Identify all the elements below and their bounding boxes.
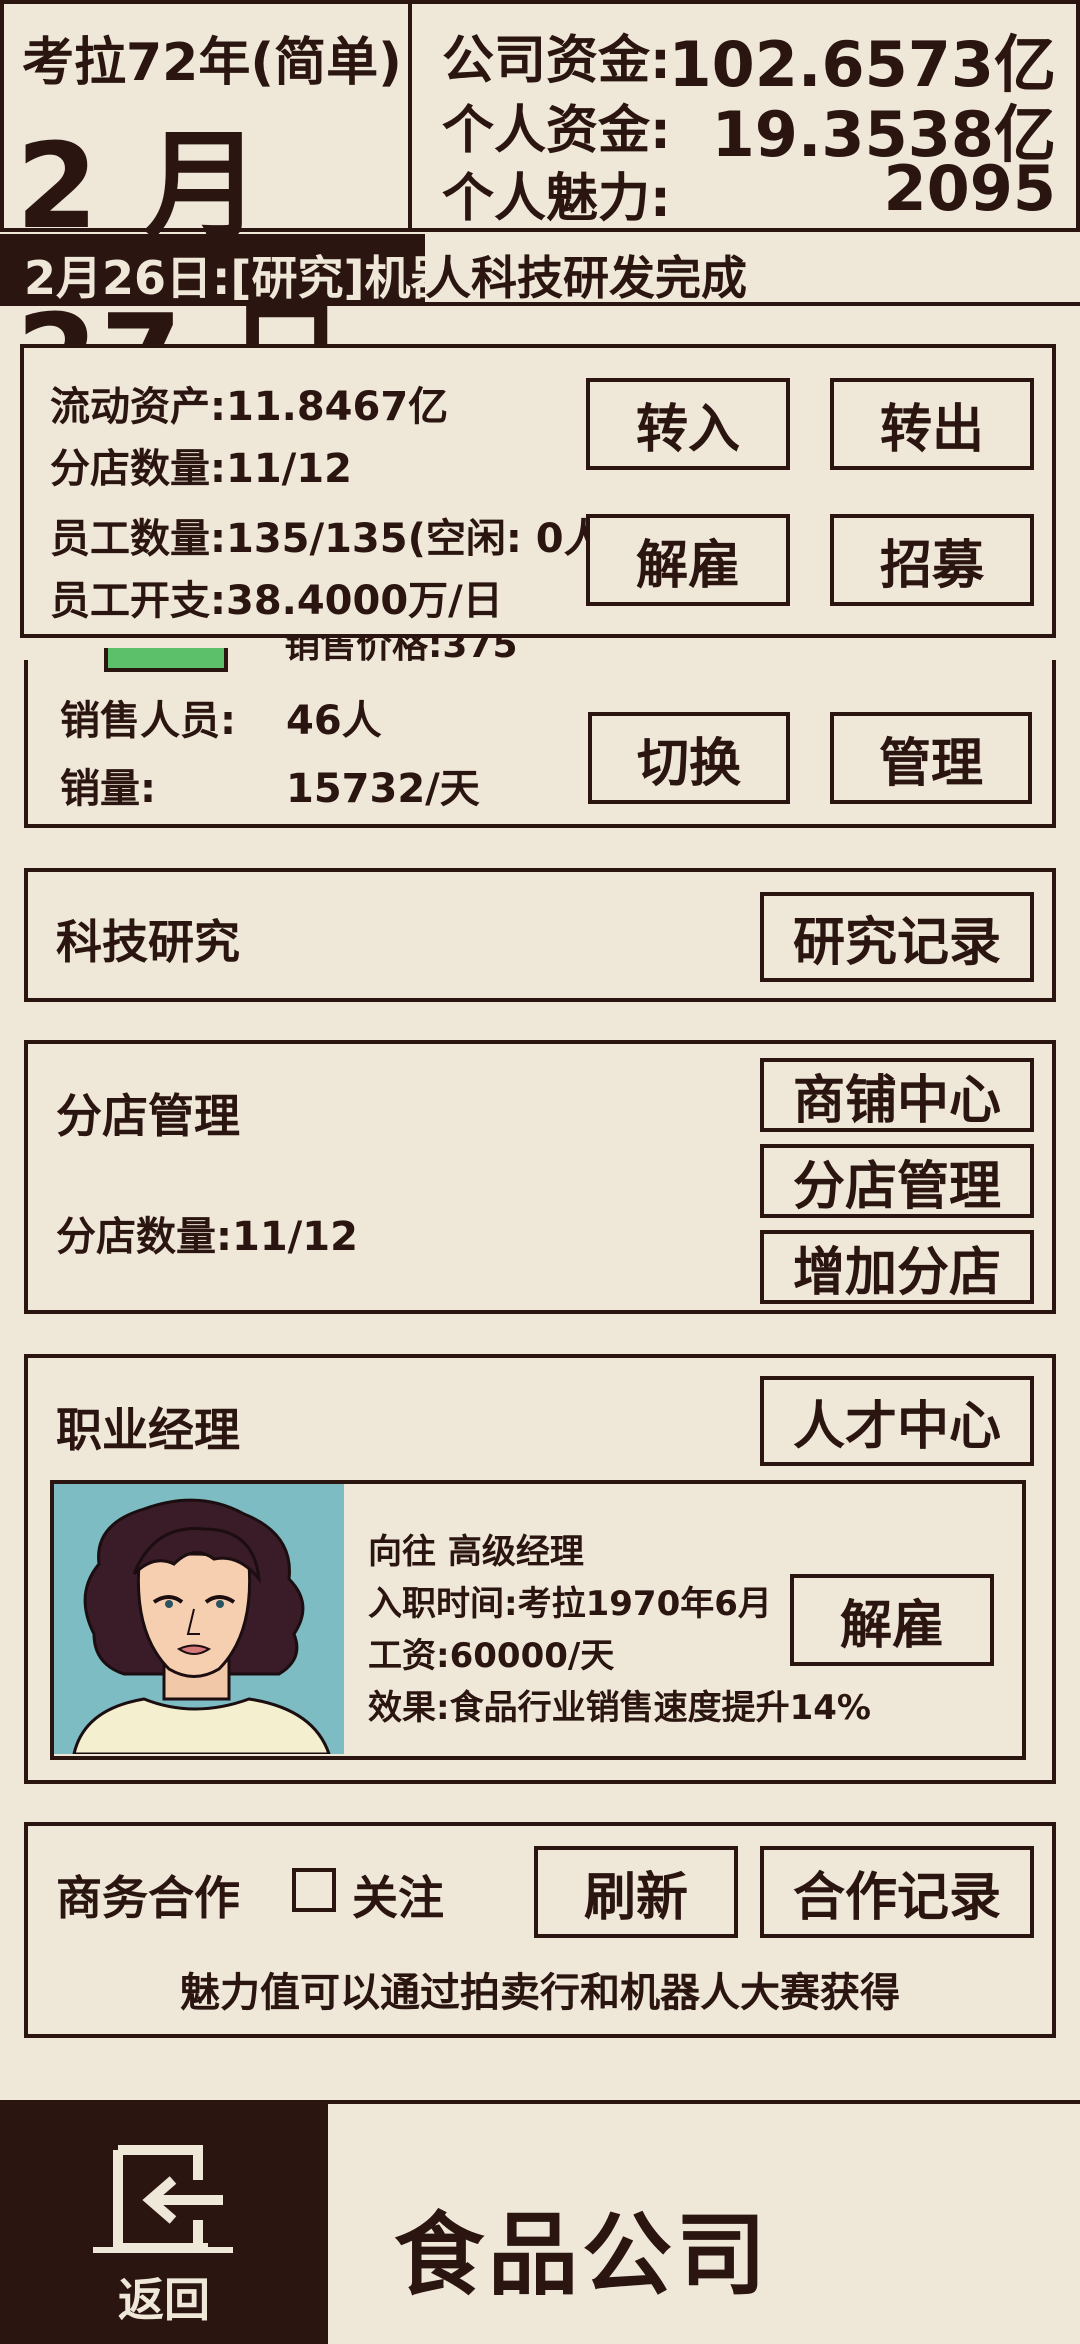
follow-label: 关注 xyxy=(352,1871,444,1925)
manager-salary: 工资:60000/天 xyxy=(368,1636,615,1676)
sales-price-text: 销售价格:375 xyxy=(284,634,518,666)
bottom-bar: 返回 食品公司 xyxy=(0,2100,1080,2344)
news-ticker: 2月26日:[研究]机器 人科技研发完成 xyxy=(0,234,1080,306)
staff-cost: 员工开支:38.4000万/日 xyxy=(50,578,503,624)
sales-panel: 销售价格:375 销售人员: 46人 销量: 15732/天 切换 管理 xyxy=(24,634,1056,828)
branch-manage-button[interactable]: 分店管理 xyxy=(760,1144,1034,1218)
talent-center-button[interactable]: 人才中心 xyxy=(760,1376,1034,1466)
charisma-value: 2095 xyxy=(883,152,1056,225)
game-year: 考拉72年(简单) xyxy=(22,33,402,93)
sales-staff-value: 46人 xyxy=(286,698,382,744)
cooperation-records-button[interactable]: 合作记录 xyxy=(760,1846,1034,1938)
manager-effect: 效果:食品行业销售速度提升14% xyxy=(368,1688,871,1728)
research-panel: 科技研究 研究记录 xyxy=(24,868,1056,1002)
transfer-out-button[interactable]: 转出 xyxy=(830,378,1034,470)
funds-panel: 公司资金: 102.6573亿 个人资金: 19.3538亿 个人魅力: 209… xyxy=(408,0,1080,232)
branch-count: 分店数量:11/12 xyxy=(50,446,352,492)
manager-portrait xyxy=(54,1484,344,1754)
personal-funds-label: 个人资金: xyxy=(442,101,671,161)
manager-name: 向往 高级经理 xyxy=(368,1532,584,1572)
volume-value: 15732/天 xyxy=(286,766,480,812)
company-name: 食品公司 xyxy=(394,2203,770,2308)
add-branch-button[interactable]: 增加分店 xyxy=(760,1230,1034,1304)
branch-title: 分店管理 xyxy=(56,1089,240,1143)
manage-button[interactable]: 管理 xyxy=(830,712,1032,804)
volume-label: 销量: xyxy=(60,766,156,812)
date-panel: 考拉72年(简单) 2 月27 日 xyxy=(0,0,412,426)
follow-checkbox[interactable] xyxy=(292,1868,336,1912)
switch-button[interactable]: 切换 xyxy=(588,712,790,804)
sales-price-partial: 销售价格:375 xyxy=(284,634,518,670)
fire-manager-button[interactable]: 解雇 xyxy=(790,1574,994,1666)
product-image xyxy=(104,648,228,672)
branch-count-label: 分店数量:11/12 xyxy=(56,1214,358,1260)
business-title: 商务合作 xyxy=(56,1871,240,1925)
business-panel: 商务合作 关注 刷新 合作记录 魅力值可以通过拍卖行和机器人大赛获得 xyxy=(24,1822,1056,2038)
research-records-button[interactable]: 研究记录 xyxy=(760,892,1034,982)
ticker-text-light: 人科技研发完成 xyxy=(425,251,747,302)
charisma-hint: 魅力值可以通过拍卖行和机器人大赛获得 xyxy=(180,1970,900,2016)
back-button[interactable]: 返回 xyxy=(0,2104,328,2344)
company-funds-label: 公司资金: xyxy=(442,31,671,91)
recruit-button[interactable]: 招募 xyxy=(830,514,1034,606)
back-label: 返回 xyxy=(118,2273,210,2327)
ticker-light-band: 人科技研发完成 xyxy=(425,234,1080,302)
shop-center-button[interactable]: 商铺中心 xyxy=(760,1058,1034,1132)
branch-panel: 分店管理 分店数量:11/12 商铺中心 分店管理 增加分店 xyxy=(24,1040,1056,1314)
research-title: 科技研究 xyxy=(56,915,240,969)
refresh-button[interactable]: 刷新 xyxy=(534,1846,738,1938)
fire-staff-button[interactable]: 解雇 xyxy=(586,514,790,606)
sales-staff-label: 销售人员: xyxy=(60,698,236,744)
finance-panel: 流动资产:11.8467亿 分店数量:11/12 员工数量:135/135(空闲… xyxy=(20,344,1056,638)
manager-title: 职业经理 xyxy=(56,1403,240,1457)
ticker-dark-band: 2月26日:[研究]机器 xyxy=(0,234,456,305)
ticker-text-dark: 2月26日:[研究]机器 xyxy=(24,251,457,305)
exit-door-icon xyxy=(93,2145,233,2253)
manager-hire-date: 入职时间:考拉1970年6月 xyxy=(368,1584,772,1624)
manager-portrait-svg xyxy=(72,1498,331,1754)
staff-count: 员工数量:135/135(空闲: 0人) xyxy=(50,516,622,562)
charisma-label: 个人魅力: xyxy=(442,169,671,229)
transfer-in-button[interactable]: 转入 xyxy=(586,378,790,470)
current-assets: 流动资产:11.8467亿 xyxy=(50,384,449,430)
